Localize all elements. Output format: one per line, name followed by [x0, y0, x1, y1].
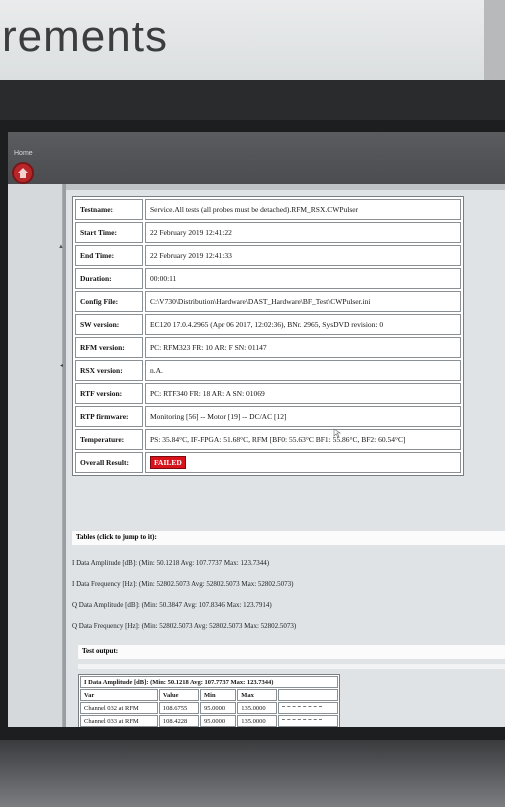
tables-heading: Tables (click to jump to it):: [72, 531, 505, 545]
table-cell: 135.0000: [237, 715, 278, 727]
info-key: Config File:: [75, 291, 143, 312]
table-cell: 95.0000: [200, 702, 237, 714]
info-row: RTF version: PC: RTF340 FR: 18 AR: A SN: …: [75, 383, 461, 404]
mouse-cursor-icon: [333, 428, 341, 438]
table-link-i-amplitude[interactable]: I Data Amplitude [dB]: (Min: 50.1218 Avg…: [72, 559, 269, 567]
range-indicator: [282, 719, 323, 723]
info-key: RFM version:: [75, 337, 143, 358]
info-key: Duration:: [75, 268, 143, 289]
app-toolbar: Home: [8, 132, 505, 184]
output-separator: [78, 664, 505, 669]
table-cell: 108.6755: [158, 702, 200, 714]
info-row: RTP firmware: Monitoring [56] -- Motor [1…: [75, 406, 461, 427]
photo-background-floor: [0, 740, 505, 807]
i-amplitude-table: I Data Amplitude [dB]: (Min: 50.1218 Avg…: [78, 674, 340, 727]
info-key: RTF version:: [75, 383, 143, 404]
info-row: End Time: 22 February 2019 12:41:33: [75, 245, 461, 266]
info-value: PS: 35.84°C, IF-FPGA: 51.68°C, RFM [BF0:…: [145, 429, 461, 450]
amp-header-cell: Min: [200, 689, 237, 701]
table-cell: 108.4228: [158, 715, 200, 727]
banner-text: rements: [2, 12, 168, 61]
range-indicator: [282, 706, 323, 710]
home-label: Home: [14, 150, 33, 157]
info-value: 22 February 2019 12:41:22: [145, 222, 461, 243]
home-icon: [18, 168, 28, 178]
splitter-arrow-icon[interactable]: ◂: [60, 362, 63, 369]
table-link-q-amplitude[interactable]: Q Data Amplitude [dB]: (Min: 50.3847 Avg…: [72, 601, 272, 609]
info-key: Temperature:: [75, 429, 143, 450]
screen: Home ▲ ◂ Testname: Service.All tests (all…: [8, 132, 505, 727]
info-value: Monitoring [56] -- Motor [19] -- DC/AC […: [145, 406, 461, 427]
info-key: End Time:: [75, 245, 143, 266]
info-key: Start Time:: [75, 222, 143, 243]
table-link-q-frequency[interactable]: Q Data Frequency [Hz]: (Min: 52802.5073 …: [72, 622, 296, 630]
info-value: C:\V730\Distribution\Hardware\DAST_Hardw…: [145, 291, 461, 312]
report-content: Testname: Service.All tests (all probes m…: [66, 190, 505, 727]
info-value: 22 February 2019 12:41:33: [145, 245, 461, 266]
table-cell: 135.0000: [237, 702, 278, 714]
info-value: n.A.: [145, 360, 461, 381]
info-value: Service.All tests (all probes must be de…: [145, 199, 461, 220]
table-link-i-frequency[interactable]: I Data Frequency [Hz]: (Min: 52802.5073 …: [72, 580, 294, 588]
info-row: Start Time: 22 February 2019 12:41:22: [75, 222, 461, 243]
info-row: Overall Result: FAILED: [75, 452, 461, 473]
info-row: RFM version: PC: RFM323 FR: 10 AR: F SN: …: [75, 337, 461, 358]
left-panel: ▲: [8, 184, 64, 727]
info-value: 00:00:11: [145, 268, 461, 289]
amp-header-cell: [278, 689, 338, 701]
table-row: Channel 033 at RFM 108.4228 95.0000 135.000…: [80, 715, 338, 727]
amp-table-header: Var Value Min Max: [80, 689, 338, 701]
amp-header-cell: Value: [158, 689, 200, 701]
banner-edge: [484, 0, 505, 80]
range-indicator-cell: [278, 702, 338, 714]
info-key: Overall Result:: [75, 452, 143, 473]
monitor-top-bezel: [0, 80, 505, 120]
info-row: Temperature: PS: 35.84°C, IF-FPGA: 51.68°…: [75, 429, 461, 450]
table-cell: Channel 033 at RFM: [80, 715, 158, 727]
info-key: RSX version:: [75, 360, 143, 381]
table-cell: 95.0000: [200, 715, 237, 727]
info-key: RTP firmware:: [75, 406, 143, 427]
table-cell: Channel 032 at RFM: [80, 702, 158, 714]
info-key: Testname:: [75, 199, 143, 220]
info-row: SW version: EC120 17.0.4.2965 (Apr 06 201…: [75, 314, 461, 335]
info-row: Duration: 00:00:11: [75, 268, 461, 289]
info-row: Config File: C:\V730\Distribution\Hardwar…: [75, 291, 461, 312]
test-output-heading: Test output:: [78, 645, 505, 659]
table-row: Channel 032 at RFM 108.6755 95.0000 135.000…: [80, 702, 338, 714]
monitor: Home ▲ ◂ Testname: Service.All tests (all…: [0, 120, 505, 740]
test-info-table: Testname: Service.All tests (all probes m…: [72, 196, 464, 476]
info-key: SW version:: [75, 314, 143, 335]
photo-background-banner: rements: [0, 0, 505, 80]
info-value: EC120 17.0.4.2965 (Apr 06 2017, 12:02:36…: [145, 314, 461, 335]
amp-table-title: I Data Amplitude [dB]: (Min: 50.1218 Avg…: [80, 676, 338, 688]
info-value: PC: RTF340 FR: 18 AR: A SN: 01069: [145, 383, 461, 404]
home-button[interactable]: [12, 162, 34, 184]
info-row: RSX version: n.A.: [75, 360, 461, 381]
info-value: FAILED: [145, 452, 461, 473]
overall-result-badge: FAILED: [150, 456, 186, 469]
range-indicator-cell: [278, 715, 338, 727]
amp-header-cell: Max: [237, 689, 278, 701]
amp-header-cell: Var: [80, 689, 158, 701]
info-row: Testname: Service.All tests (all probes m…: [75, 199, 461, 220]
info-value: PC: RFM323 FR: 10 AR: F SN: 01147: [145, 337, 461, 358]
